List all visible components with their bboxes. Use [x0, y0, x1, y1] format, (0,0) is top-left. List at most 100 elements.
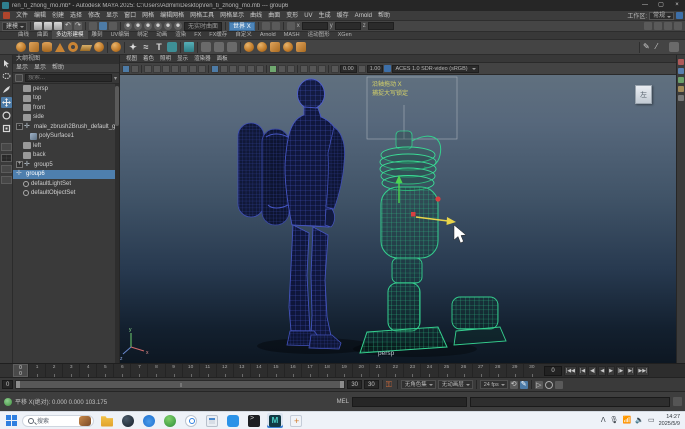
playback-button-3[interactable]: ◀	[598, 366, 606, 376]
frame-tick-10[interactable]: 10	[182, 364, 199, 377]
snap-curve-icon[interactable]	[134, 22, 142, 30]
shelf-tab-绑定[interactable]: 绑定	[133, 31, 152, 39]
wifi-icon[interactable]: 📶	[623, 412, 632, 429]
auto-keyframe-icon[interactable]	[386, 381, 394, 389]
relax-tool-icon[interactable]	[270, 42, 280, 52]
frame-tick-12[interactable]: 12	[216, 364, 233, 377]
outliner-item-persp[interactable]: persp	[13, 84, 119, 94]
chevron-down-icon[interactable]: ▾	[114, 75, 117, 82]
poly-torus-icon[interactable]	[68, 42, 78, 52]
shelf-tab-曲线[interactable]: 曲线	[14, 31, 33, 39]
outliner-item-group5[interactable]: +group5	[13, 160, 119, 170]
outliner-item-left[interactable]: left	[13, 141, 119, 151]
taskbar-green-app[interactable]	[162, 413, 178, 428]
shadows-icon[interactable]	[247, 65, 255, 73]
hud-icon[interactable]	[318, 65, 326, 73]
menu-item-17[interactable]: Arnold	[352, 11, 375, 21]
menu-item-9[interactable]: 网格工具	[187, 11, 217, 21]
menu-item-1[interactable]: 编辑	[31, 11, 49, 21]
frame-tick-26[interactable]: 26	[455, 364, 472, 377]
current-time-field[interactable]: 0	[544, 366, 562, 376]
taskbar-browser[interactable]	[120, 413, 136, 428]
tool-settings-icon[interactable]	[678, 68, 684, 74]
viewport-menu-5[interactable]: 面板	[215, 55, 230, 62]
viewport-menu-3[interactable]: 显示	[175, 55, 190, 62]
playback-button-0[interactable]: |◀◀	[564, 366, 577, 376]
frame-tick-20[interactable]: 20	[352, 364, 369, 377]
menu-item-15[interactable]: 生成	[316, 11, 334, 21]
shelf-tab-XGen[interactable]: XGen	[334, 31, 356, 39]
gamma-icon[interactable]	[331, 65, 339, 73]
select-tool-icon[interactable]	[1, 58, 12, 69]
close-button[interactable]: ×	[669, 0, 685, 11]
colorspace-dropdown[interactable]: ACES 1.0 SDR-video (sRGB)	[392, 65, 478, 73]
viewport-menu-2[interactable]: 照明	[158, 55, 173, 62]
viewport-menu-0[interactable]: 视图	[124, 55, 139, 62]
maya-logo-icon[interactable]	[3, 12, 10, 19]
scale-tool-icon[interactable]	[1, 123, 12, 134]
outliner-item-defaultObjectSet[interactable]: defaultObjectSet	[13, 189, 119, 199]
frame-tick-30[interactable]: 30	[523, 364, 540, 377]
menu-item-7[interactable]: 网格	[139, 11, 157, 21]
frame-tick-22[interactable]: 22	[386, 364, 403, 377]
frame-tick-21[interactable]: 21	[369, 364, 386, 377]
taskbar-plus-app[interactable]	[288, 413, 304, 428]
screen-space-ao-icon[interactable]	[256, 65, 264, 73]
make-live-icon[interactable]	[174, 22, 182, 30]
construction-history-icon[interactable]	[262, 22, 270, 30]
frame-tick-28[interactable]: 28	[489, 364, 506, 377]
frame-tick-2[interactable]: 2	[45, 364, 62, 377]
start-button[interactable]	[6, 415, 17, 426]
range-bar[interactable]	[15, 380, 345, 389]
taskbar-search[interactable]: 搜索	[22, 415, 94, 427]
character-icon[interactable]	[227, 42, 237, 52]
undo-icon[interactable]	[64, 22, 72, 30]
frame-ticks[interactable]: 1234567891011121314151617181920212223242…	[28, 364, 540, 377]
frame-tick-1[interactable]: 1	[28, 364, 45, 377]
contrast-icon[interactable]	[358, 65, 366, 73]
manip-center[interactable]	[411, 212, 416, 217]
snap-grid-icon[interactable]	[124, 22, 132, 30]
frame-tick-3[interactable]: 3	[62, 364, 79, 377]
gamma-field[interactable]: 1.00	[367, 65, 384, 73]
shelf-tab-FX缓存[interactable]: FX缓存	[205, 31, 231, 39]
menu-item-11[interactable]: 曲线	[247, 11, 265, 21]
command-language-label[interactable]: MEL	[337, 399, 349, 405]
menu-item-0[interactable]: 文件	[13, 11, 31, 21]
outliner-item-side[interactable]: side	[13, 113, 119, 123]
platonic-solid-icon[interactable]	[111, 42, 121, 52]
save-scene-icon[interactable]	[54, 22, 62, 30]
frame-tick-8[interactable]: 8	[147, 364, 164, 377]
manip-z-handle[interactable]	[435, 196, 440, 201]
playback-button-4[interactable]: ▶	[607, 366, 615, 376]
taskbar-search-tool[interactable]	[183, 413, 199, 428]
workspace-icon[interactable]	[676, 12, 683, 19]
viewport-canvas[interactable]: y x z 沿轴拖动 X 捕捉大写锁定 左 persp	[120, 75, 676, 363]
anim-layer-dropdown[interactable]: 无动画层	[438, 380, 473, 389]
type-tool-icon[interactable]: T	[154, 42, 164, 52]
menu-item-4[interactable]: 修改	[85, 11, 103, 21]
frame-tick-27[interactable]: 27	[472, 364, 489, 377]
script-editor-icon[interactable]	[673, 397, 682, 406]
frame-tick-16[interactable]: 16	[284, 364, 301, 377]
open-scene-icon[interactable]	[44, 22, 52, 30]
use-all-lights-icon[interactable]	[238, 65, 246, 73]
poly-sphere-icon[interactable]	[16, 42, 26, 52]
input-mode-field[interactable]: 世界 X	[229, 22, 255, 31]
manip-x-arrow[interactable]	[447, 217, 457, 225]
outliner-menu-0[interactable]: 显示	[16, 64, 28, 72]
grease-pencil-icon[interactable]	[144, 65, 152, 73]
battery-icon[interactable]: ▭	[648, 412, 655, 429]
outliner-item-male_zbrush2Brush_default_group[interactable]: -male_zbrush2Brush_default_group	[13, 122, 119, 132]
command-input-field[interactable]	[352, 397, 467, 407]
wireframe-mode-icon[interactable]	[211, 65, 219, 73]
shelf-tab-运动图形[interactable]: 运动图形	[304, 31, 334, 39]
shelf-tab-UV编辑[interactable]: UV编辑	[107, 31, 134, 39]
playback-button-7[interactable]: ▶▶|	[636, 366, 649, 376]
eraser-icon[interactable]	[669, 42, 679, 52]
lasso-tool-icon[interactable]	[1, 71, 12, 82]
redo-icon[interactable]	[74, 22, 82, 30]
menu-item-6[interactable]: 窗口	[121, 11, 139, 21]
sidebar-attribute-editor-icon[interactable]	[644, 22, 652, 30]
animation-start-field[interactable]: 0	[2, 380, 13, 389]
